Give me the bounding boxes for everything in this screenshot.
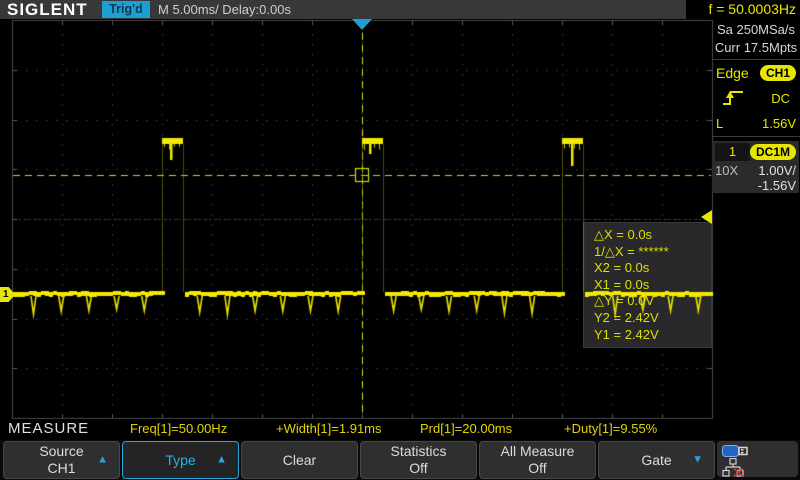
measure-title: MEASURE bbox=[8, 419, 89, 439]
up-arrow-icon: ▲ bbox=[216, 455, 227, 466]
status-icons-panel bbox=[717, 441, 798, 477]
volts-per-div: 1.00V/ bbox=[758, 163, 796, 178]
channel-coupling-badge: DC1M bbox=[750, 144, 796, 160]
trigger-level-value: 1.56V bbox=[762, 116, 796, 131]
sidebar-divider bbox=[712, 136, 800, 137]
channel1-info-panel[interactable]: 1 DC1M 10X 1.00V/ -1.56V bbox=[712, 141, 799, 193]
statistics-button[interactable]: Statistics Off bbox=[360, 441, 477, 479]
trigger-status-badge: Trig'd bbox=[102, 1, 150, 18]
sample-rate: Sa 250MSa/s bbox=[712, 21, 800, 39]
channel-number: 1 bbox=[715, 143, 750, 161]
trigger-level-label: L bbox=[716, 116, 723, 131]
trigger-info-panel[interactable]: Edge CH1 DC L 1.56V bbox=[712, 62, 800, 133]
timebase-readout: M 5.00ms/ Delay:0.00s bbox=[158, 0, 291, 19]
measurement-duty: +Duty[1]=9.55% bbox=[564, 419, 657, 439]
acquisition-info: Sa 250MSa/s Curr 17.5Mpts bbox=[712, 21, 800, 57]
header-bar: SIGLENT Trig'd M 5.00ms/ Delay:0.00s bbox=[0, 0, 800, 19]
all-measure-button[interactable]: All Measure Off bbox=[479, 441, 596, 479]
up-arrow-icon: ▲ bbox=[97, 455, 108, 466]
rising-edge-icon bbox=[722, 90, 744, 106]
probe-attenuation: 10X bbox=[715, 163, 738, 178]
trigger-source-badge: CH1 bbox=[760, 65, 796, 81]
measurement-period: Prd[1]=20.00ms bbox=[420, 419, 512, 439]
gate-button[interactable]: Gate ▼ bbox=[598, 441, 715, 479]
trigger-coupling: DC bbox=[771, 91, 790, 106]
lan-disconnected-icon bbox=[722, 458, 744, 477]
trigger-level-icon[interactable] bbox=[701, 210, 712, 224]
trigger-position-icon[interactable] bbox=[352, 19, 372, 30]
frequency-counter: f = 50.0003Hz bbox=[686, 0, 800, 19]
channel-offset: -1.56V bbox=[758, 178, 796, 193]
usb-icon bbox=[722, 444, 748, 458]
measurement-width: +Width[1]=1.91ms bbox=[276, 419, 382, 439]
softkey-menu: Source CH1 ▲ Type ▲ Clear Statistics Off… bbox=[0, 440, 800, 480]
trigger-mode: Edge bbox=[716, 65, 749, 81]
measure-bar: MEASURE Freq[1]=50.00Hz +Width[1]=1.91ms… bbox=[0, 419, 800, 439]
siglent-logo: SIGLENT bbox=[7, 0, 88, 19]
clear-button[interactable]: Clear bbox=[241, 441, 358, 479]
oscilloscope-screen: △X = 0.0s 1/△X = ****** X2 = 0.0s X1 = 0… bbox=[0, 0, 800, 480]
type-button[interactable]: Type ▲ bbox=[122, 441, 239, 479]
source-button[interactable]: Source CH1 ▲ bbox=[3, 441, 120, 479]
waveform-trace bbox=[0, 0, 800, 480]
measurement-freq: Freq[1]=50.00Hz bbox=[130, 419, 227, 439]
frequency-counter-value: f = 50.0003Hz bbox=[708, 0, 796, 19]
memory-depth: Curr 17.5Mpts bbox=[712, 39, 800, 57]
sidebar-divider bbox=[712, 59, 800, 60]
down-arrow-icon: ▼ bbox=[692, 455, 703, 466]
